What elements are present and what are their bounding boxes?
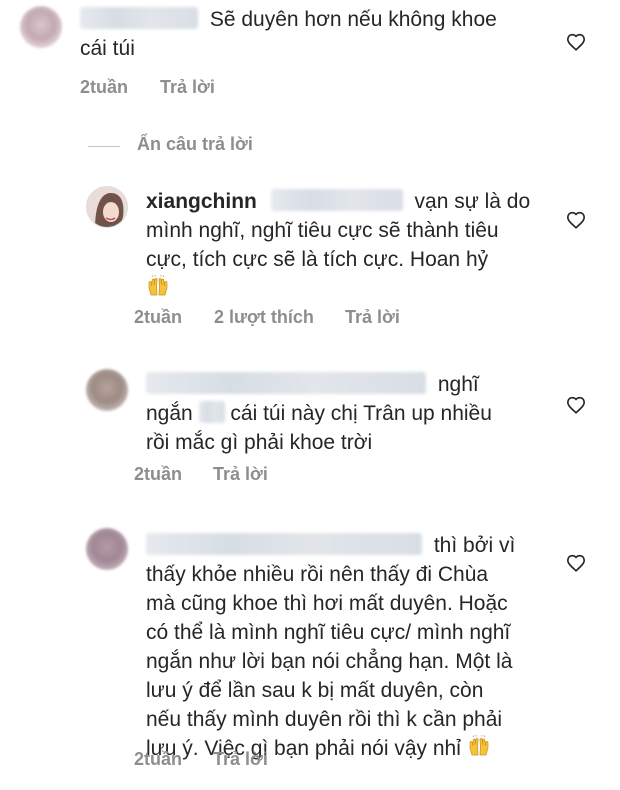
blurred-username [146, 372, 426, 394]
comment-text: xiangchinn vạn sự là do mình nghĩ, nghĩ … [146, 187, 530, 307]
comment-line: lưu ý để lần sau k bị mất duyên, còn [146, 679, 484, 702]
blurred-mention [198, 401, 225, 423]
comment-line: ngắn như lời bạn nói chẳng hạn. Một là [146, 650, 513, 673]
comment-line: lưu ý. Việc gì bạn phải nói vậy nhỉ [146, 737, 461, 760]
comment-line: cực, tích cực sẽ là tích cực. Hoan hỷ [146, 248, 489, 271]
blurred-mention [270, 189, 403, 211]
username[interactable]: xiangchinn [146, 190, 257, 213]
reply-button[interactable]: Trả lời [213, 464, 268, 485]
avatar[interactable] [86, 369, 128, 411]
comment-text: nghĩ ngắn cái túi này chị Trân up nhiều … [146, 370, 492, 457]
blurred-username [80, 7, 198, 29]
comment-line: mà cũng khoe thì hơi mất duyên. Hoặc [146, 592, 508, 615]
comment-line: nghĩ [437, 373, 479, 396]
comment-line: vạn sự là do [414, 190, 531, 213]
avatar[interactable] [86, 528, 128, 570]
avatar-image [87, 187, 127, 227]
comment-text: Sẽ duyên hơn nếu không khoe cái túi [80, 5, 497, 63]
comment-line: rồi mắc gì phải khoe trời [146, 431, 373, 454]
heart-icon[interactable] [566, 554, 586, 572]
raising-hands-emoji [146, 275, 170, 307]
avatar[interactable] [20, 6, 62, 48]
comment-time[interactable]: 2tuần [134, 464, 182, 485]
divider-line [88, 146, 120, 147]
comment-time[interactable]: 2tuần [80, 77, 128, 98]
comment-line: thì bởi vì [433, 534, 516, 557]
reply-button[interactable]: Trả lời [160, 77, 215, 98]
blurred-username [146, 533, 422, 555]
comment-line: mình nghĩ, nghĩ tiêu cực sẽ thành tiêu [146, 219, 499, 242]
comment-text: thì bởi vì thấy khỏe nhiều rồi nên thấy … [146, 531, 515, 767]
heart-icon[interactable] [566, 396, 586, 414]
reply-button[interactable]: Trả lời [345, 307, 400, 328]
raising-hands-emoji [467, 735, 491, 767]
reply-button[interactable]: Trả lời [213, 749, 268, 770]
heart-icon[interactable] [566, 33, 586, 51]
heart-icon[interactable] [566, 211, 586, 229]
comment-line: ngắn [146, 402, 193, 425]
likes-count[interactable]: 2 lượt thích [214, 307, 314, 328]
comment-time[interactable]: 2tuần [134, 307, 182, 328]
hide-replies-row[interactable]: Ẩn câu trả lời [0, 132, 620, 162]
comment-line: cái túi này chị Trân up nhiều [230, 402, 492, 425]
comment-time[interactable]: 2tuần [134, 749, 182, 770]
hide-replies-button[interactable]: Ẩn câu trả lời [137, 134, 253, 155]
avatar[interactable] [86, 186, 128, 228]
comment-line: có thể là mình nghĩ tiêu cực/ mình nghĩ [146, 621, 511, 644]
comment-line: Sẽ duyên hơn nếu không khoe [209, 8, 497, 31]
comment-line: cái túi [80, 37, 135, 60]
comment-line: nếu thấy mình duyên rồi thì k cần phải [146, 708, 503, 731]
comment-line: thấy khỏe nhiều rồi nên thấy đi Chùa [146, 563, 489, 586]
